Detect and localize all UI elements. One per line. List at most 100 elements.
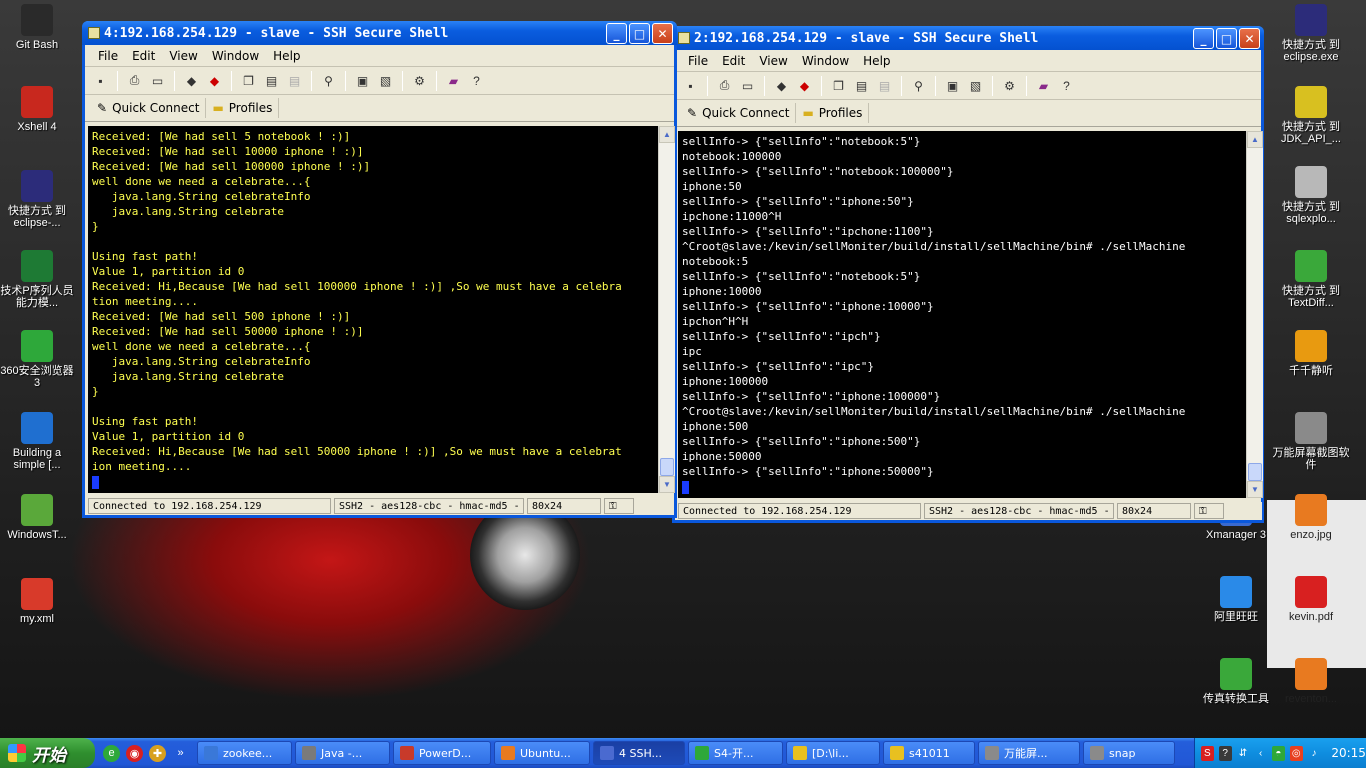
- scroll-thumb[interactable]: [1248, 463, 1262, 481]
- vertical-scrollbar[interactable]: ▲ ▼: [658, 126, 675, 493]
- menu-file[interactable]: File: [91, 49, 125, 63]
- desktop-shortcut[interactable]: 千千静听: [1272, 330, 1350, 377]
- print-icon[interactable]: ⎙: [715, 76, 734, 95]
- desktop-shortcut[interactable]: kevin.pdf: [1272, 576, 1350, 623]
- help-book-icon[interactable]: ▰: [444, 71, 463, 90]
- input-method-icon[interactable]: S: [1201, 745, 1214, 761]
- find-icon[interactable]: ⚲: [909, 76, 928, 95]
- copy-icon[interactable]: ❐: [239, 71, 258, 90]
- taskbar-button[interactable]: S4-开...: [688, 741, 783, 765]
- maximize-button[interactable]: □: [629, 23, 650, 44]
- desktop-shortcut[interactable]: reventon...: [1272, 658, 1350, 705]
- connect-icon[interactable]: ◆: [772, 76, 791, 95]
- print-icon[interactable]: ⎙: [125, 71, 144, 90]
- new-terminal-icon[interactable]: ▣: [353, 71, 372, 90]
- shield-icon[interactable]: ◓: [1272, 745, 1285, 761]
- desktop-shortcut[interactable]: Xshell 4: [0, 86, 76, 133]
- desktop-shortcut[interactable]: WindowsT...: [0, 494, 76, 541]
- taskbar-button[interactable]: zookee...: [197, 741, 292, 765]
- close-button[interactable]: ✕: [1239, 28, 1260, 49]
- disconnect-icon[interactable]: ◆: [205, 71, 224, 90]
- desktop-shortcut[interactable]: Building a simple [...: [0, 412, 76, 471]
- paste-disabled-icon[interactable]: ▤: [875, 76, 894, 95]
- desktop-shortcut[interactable]: 快捷方式 到 sqlexplo...: [1272, 166, 1350, 225]
- new-terminal-icon[interactable]: ▣: [943, 76, 962, 95]
- taskbar-button[interactable]: s41011: [883, 741, 975, 765]
- tool-icon[interactable]: ✚: [149, 744, 166, 762]
- taskbar-button[interactable]: 万能屏...: [978, 741, 1080, 765]
- menu-view[interactable]: View: [752, 54, 794, 68]
- terminal-output[interactable]: Received: [We had sell 5 notebook ! :)] R…: [88, 126, 658, 493]
- save-icon[interactable]: ▪: [91, 71, 110, 90]
- menu-window[interactable]: Window: [205, 49, 266, 63]
- print-preview-icon[interactable]: ▭: [738, 76, 757, 95]
- minimize-button[interactable]: _: [1193, 28, 1214, 49]
- security-icon[interactable]: ◎: [1289, 745, 1303, 761]
- desktop-shortcut[interactable]: 快捷方式 到 eclipse.exe: [1272, 4, 1350, 63]
- help-icon[interactable]: ?: [1218, 745, 1232, 761]
- save-icon[interactable]: ▪: [681, 76, 700, 95]
- quick-connect-button[interactable]: ✎ Quick Connect: [91, 98, 207, 118]
- menu-help[interactable]: Help: [266, 49, 307, 63]
- clock[interactable]: 20:15: [1331, 746, 1366, 760]
- chevron-right-icon[interactable]: »: [172, 745, 189, 762]
- profiles-button[interactable]: ▬ Profiles: [206, 98, 280, 118]
- ssh-window-2[interactable]: 2:192.168.254.129 - slave - SSH Secure S…: [672, 26, 1264, 523]
- desktop-shortcut[interactable]: 快捷方式 到 JDK_API_...: [1272, 86, 1350, 145]
- find-icon[interactable]: ⚲: [319, 71, 338, 90]
- help-book-icon[interactable]: ▰: [1034, 76, 1053, 95]
- menu-help[interactable]: Help: [856, 54, 897, 68]
- file-transfer-icon[interactable]: ▧: [376, 71, 395, 90]
- taskbar-button[interactable]: Java -...: [295, 741, 390, 765]
- scroll-down-arrow[interactable]: ▼: [659, 476, 675, 493]
- vertical-scrollbar[interactable]: ▲ ▼: [1246, 131, 1263, 498]
- print-preview-icon[interactable]: ▭: [148, 71, 167, 90]
- scroll-thumb[interactable]: [660, 458, 674, 476]
- menu-file[interactable]: File: [681, 54, 715, 68]
- taskbar-button[interactable]: snap: [1083, 741, 1175, 765]
- ssh-window-4[interactable]: 4:192.168.254.129 - slave - SSH Secure S…: [82, 21, 677, 518]
- title-bar[interactable]: 2:192.168.254.129 - slave - SSH Secure S…: [672, 26, 1264, 50]
- maximize-button[interactable]: □: [1216, 28, 1237, 49]
- taskbar-button[interactable]: [D:\li...: [786, 741, 880, 765]
- connect-icon[interactable]: ◆: [182, 71, 201, 90]
- close-button[interactable]: ✕: [652, 23, 673, 44]
- desktop-shortcut[interactable]: 传真转换工具: [1197, 658, 1275, 705]
- network-icon[interactable]: ⇵: [1237, 746, 1250, 761]
- title-bar[interactable]: 4:192.168.254.129 - slave - SSH Secure S…: [82, 21, 677, 45]
- menu-edit[interactable]: Edit: [715, 54, 752, 68]
- taskbar-button[interactable]: PowerD...: [393, 741, 491, 765]
- desktop-shortcut[interactable]: 阿里旺旺: [1197, 576, 1275, 623]
- desktop-shortcut[interactable]: Git Bash: [0, 4, 76, 51]
- taskbar-button[interactable]: Ubuntu...: [494, 741, 590, 765]
- paste-icon[interactable]: ▤: [262, 71, 281, 90]
- weibo-icon[interactable]: ◉: [126, 744, 143, 762]
- settings-icon[interactable]: ⚙: [1000, 76, 1019, 95]
- desktop-shortcut[interactable]: 万能屏幕截图软件: [1272, 412, 1350, 471]
- volume-icon[interactable]: ♪: [1308, 746, 1321, 761]
- disconnect-icon[interactable]: ◆: [795, 76, 814, 95]
- desktop-shortcut[interactable]: 360安全浏览器 3: [0, 330, 76, 389]
- scroll-down-arrow[interactable]: ▼: [1247, 481, 1263, 498]
- paste-icon[interactable]: ▤: [852, 76, 871, 95]
- menu-view[interactable]: View: [162, 49, 204, 63]
- desktop-shortcut[interactable]: my.xml: [0, 578, 76, 625]
- paste-disabled-icon[interactable]: ▤: [285, 71, 304, 90]
- context-help-icon[interactable]: ?: [1057, 76, 1076, 95]
- copy-icon[interactable]: ❐: [829, 76, 848, 95]
- menu-edit[interactable]: Edit: [125, 49, 162, 63]
- chevron-left-icon[interactable]: ‹: [1254, 746, 1267, 761]
- quick-connect-button[interactable]: ✎ Quick Connect: [681, 103, 797, 123]
- desktop-shortcut[interactable]: 技术P序列人员能力模...: [0, 250, 76, 309]
- taskbar-button[interactable]: 4 SSH...: [593, 741, 685, 765]
- file-transfer-icon[interactable]: ▧: [966, 76, 985, 95]
- terminal-output[interactable]: sellInfo-> {"sellInfo":"notebook:5"} note…: [678, 131, 1246, 498]
- settings-icon[interactable]: ⚙: [410, 71, 429, 90]
- minimize-button[interactable]: _: [606, 23, 627, 44]
- menu-window[interactable]: Window: [795, 54, 856, 68]
- desktop-shortcut[interactable]: 快捷方式 到 eclipse-...: [0, 170, 76, 229]
- desktop-shortcut[interactable]: 快捷方式 到 TextDiff...: [1272, 250, 1350, 309]
- profiles-button[interactable]: ▬ Profiles: [796, 103, 870, 123]
- start-button[interactable]: 开始: [0, 738, 95, 768]
- scroll-up-arrow[interactable]: ▲: [1247, 131, 1263, 148]
